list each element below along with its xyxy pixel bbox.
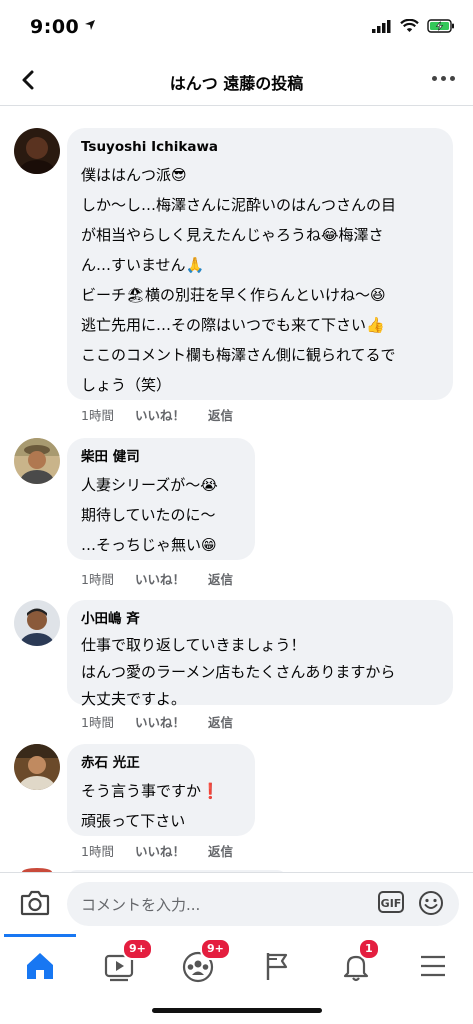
like-link[interactable]: いいね！ [135,841,208,860]
comment-text-line: 大丈夫ですよ。 [81,690,187,708]
comment-actions: 1時間 いいね！ 返信 [81,569,233,588]
reply-link[interactable]: 返信 [208,841,233,860]
camera-icon[interactable] [20,889,50,917]
hamburger-icon [421,955,445,977]
like-link[interactable]: いいね！ [135,405,208,424]
comment-time: 1時間 [81,844,114,859]
comment-text-line: 人妻シリーズが〜😭 [81,476,218,494]
reply-link[interactable]: 返信 [208,569,233,588]
comment-text-line: ここのコメント欄も梅澤さん側に観られてるで [81,346,396,364]
tab-notifications[interactable]: 1 [336,938,380,986]
status-icons [372,19,455,33]
comment-text-line: 期待していたのに〜 [81,506,216,524]
more-options-icon[interactable] [432,76,455,81]
reply-link[interactable]: 返信 [208,405,233,424]
comment-actions: 1時間 いいね！ 返信 [81,841,233,860]
comment-bubble[interactable]: 小田嶋 斉 仕事で取り返していきましょう！ はんつ愛のラーメン店もたくさんありま… [67,600,453,708]
comment-text-line: …そっちじゃ無い😁 [81,536,217,554]
reply-link[interactable]: 返信 [208,712,233,731]
groups-badge: 9+ [200,938,231,960]
comment-author[interactable]: 小田嶋 斉 [81,610,439,628]
status-bar: 9:00 [0,0,473,56]
home-icon [27,953,53,979]
watch-badge: 9+ [122,938,153,960]
comment-text-line: 仕事で取り返していきましょう！ [81,636,306,654]
comment-input[interactable]: コメントを入力... GIF [67,882,459,926]
comment-author[interactable]: Tsuyoshi Ichikawa [81,138,439,156]
page-title: はんつ 遠藤の投稿 [169,74,304,93]
comment-text-line: 頑張って下さい [81,812,186,830]
comment-actions: 1時間 いいね！ 返信 [81,405,233,424]
comment-bubble[interactable]: Tsuyoshi Ichikawa 僕ははんつ派😎 しか〜し…梅澤さんに泥酔いの… [67,128,453,400]
home-indicator [152,1008,322,1013]
location-arrow-icon [85,20,95,30]
avatar[interactable] [14,128,60,174]
comment-text-line: はんつ愛のラーメン店もたくさんありますから [81,663,396,681]
avatar[interactable] [14,744,60,790]
comment-text-line: が相当やらしく見えたんじゃろうね😂梅澤さ [81,226,384,244]
tab-home[interactable] [20,946,60,986]
flag-icon [266,953,288,980]
tab-pages[interactable] [257,946,297,986]
comment-time: 1時間 [81,715,114,730]
like-link[interactable]: いいね！ [135,712,208,731]
comments-feed[interactable]: Tsuyoshi Ichikawa 僕ははんつ派😎 しか〜し…梅澤さんに泥酔いの… [0,106,473,872]
comment-author[interactable]: 赤石 光正 [81,754,241,772]
gif-button[interactable]: GIF [378,891,404,913]
tab-watch[interactable]: 9+ [100,938,153,986]
like-link[interactable]: いいね！ [135,569,208,588]
comment-text-line: そう言う事ですか❗ [81,782,220,800]
tab-groups[interactable]: 9+ [178,938,231,986]
comment-text-line: ビーチ🏖横の別荘を早く作らんといけね〜😆 [81,286,386,304]
comment-text-line: ん…すいません🙏 [81,256,205,274]
comment-input-placeholder: コメントを入力... [81,896,201,914]
avatar[interactable] [14,600,60,646]
status-time: 9:00 [30,16,80,38]
comment-time: 1時間 [81,408,114,423]
post-header: はんつ 遠藤の投稿 [0,56,473,106]
notifications-badge: 1 [358,938,380,960]
comment-text-line: 僕ははんつ派😎 [81,166,187,184]
cellular-signal-icon [372,19,391,33]
comment-composer: コメントを入力... GIF [0,872,473,934]
wifi-icon [400,19,419,32]
active-tab-indicator [4,934,76,937]
avatar[interactable] [14,438,60,484]
comment-bubble[interactable]: 柴田 健司 人妻シリーズが〜😭 期待していたのに〜 …そっちじゃ無い😁 [67,438,255,560]
comment-bubble[interactable]: 赤石 光正 そう言う事ですか❗ 頑張って下さい [67,744,255,836]
comment-time: 1時間 [81,572,114,587]
comment-text-line: しか〜し…梅澤さんに泥酔いのはんつさんの目 [81,196,397,214]
comment-author[interactable]: 柴田 健司 [81,448,241,466]
comment-text-line: 逃亡先用に…その際はいつでも来て下さい👍 [81,316,385,334]
emoji-icon[interactable] [417,889,445,917]
tab-menu[interactable] [414,946,454,986]
comment-text-line: しょう（笑） [81,376,172,394]
battery-charging-icon [427,19,454,33]
comment-actions: 1時間 いいね！ 返信 [81,712,233,731]
